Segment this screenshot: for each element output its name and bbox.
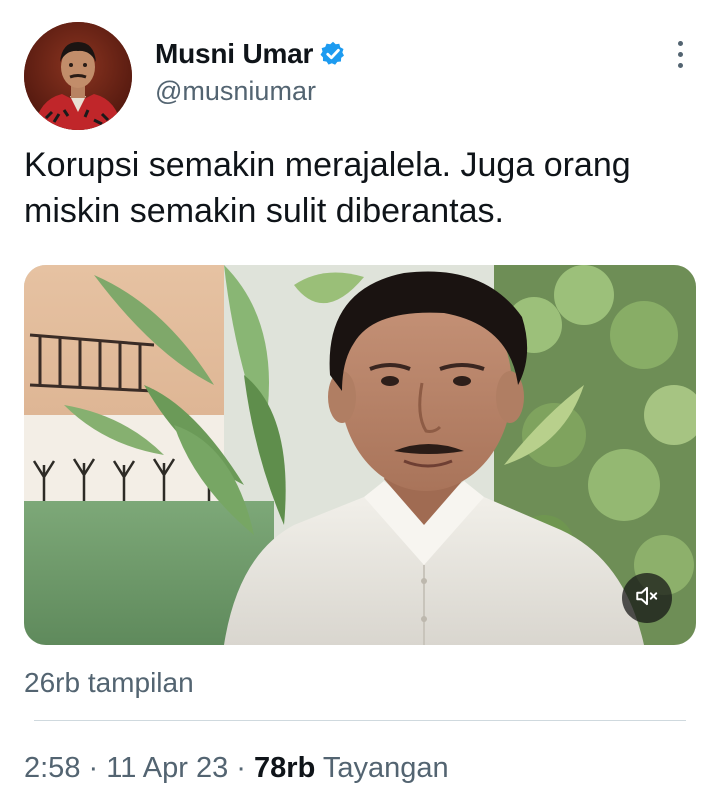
impressions-label: Tayangan — [315, 752, 449, 784]
views-count: 26rb tampilan — [24, 667, 194, 698]
video-player[interactable] — [24, 265, 696, 645]
mute-button[interactable] — [622, 573, 672, 623]
author-name-row[interactable]: Musni Umar — [155, 38, 347, 70]
more-dot — [677, 51, 683, 57]
speaker-muted-icon — [634, 583, 660, 614]
more-options-icon[interactable] — [664, 36, 696, 72]
divider — [34, 720, 686, 721]
avatar[interactable] — [24, 22, 132, 130]
more-dot — [677, 62, 683, 68]
tweet-text: Korupsi semakin merajalela. Juga orang m… — [24, 146, 631, 230]
impressions-count[interactable]: 78rb — [254, 752, 315, 784]
tweet-date[interactable]: 11 Apr 23 — [106, 752, 228, 784]
tweet-metadata: 2:58 · 11 Apr 23 · 78rb Tayangan — [24, 752, 449, 785]
tweet-time[interactable]: 2:58 — [24, 752, 80, 784]
meta-separator: · — [80, 752, 107, 784]
video-frame — [24, 265, 696, 645]
verified-badge-icon — [319, 40, 347, 68]
author-handle[interactable]: @musniumar — [155, 76, 316, 107]
display-name[interactable]: Musni Umar — [155, 38, 313, 70]
more-dot — [677, 40, 683, 46]
meta-separator: · — [228, 752, 255, 784]
